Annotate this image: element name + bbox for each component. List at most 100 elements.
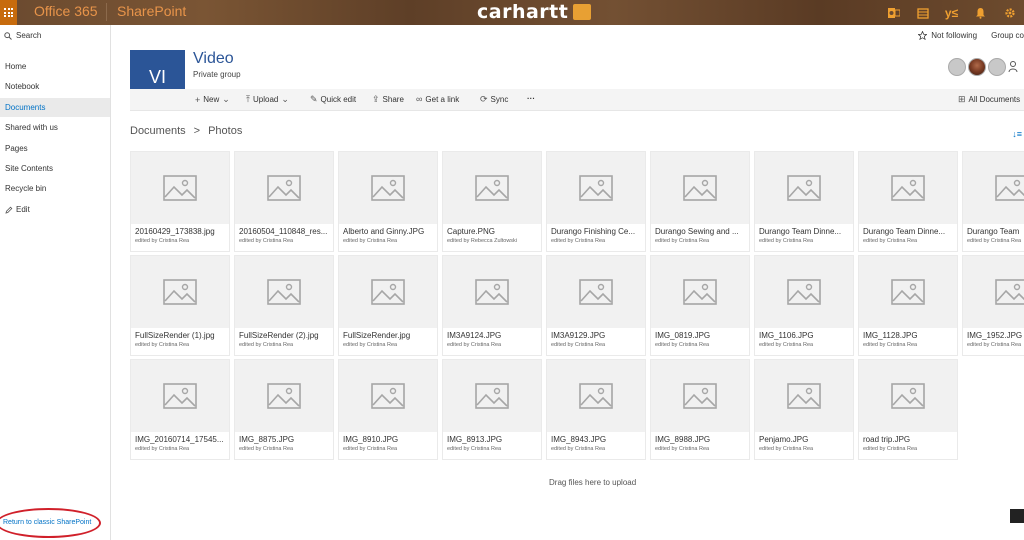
nav-item-site-contents[interactable]: Site Contents (0, 159, 110, 178)
avatar[interactable] (988, 58, 1006, 76)
file-editor: edited by Cristina Rea (863, 446, 918, 452)
image-icon (267, 175, 301, 201)
sort-icon[interactable]: ↓≡ (1012, 129, 1022, 139)
file-tile[interactable]: IMG_8913.JPG edited by Cristina Rea (442, 359, 542, 460)
file-tile[interactable]: road trip.JPG edited by Cristina Rea (858, 359, 958, 460)
nav-item-home[interactable]: Home (0, 57, 110, 76)
file-tile[interactable]: IMG_20160714_17545... edited by Cristina … (130, 359, 230, 460)
file-tile[interactable]: Durango Sewing and ... edited by Cristina… (650, 151, 750, 252)
file-editor: edited by Cristina Rea (863, 238, 918, 244)
file-tile[interactable]: IMG_1106.JPG edited by Cristina Rea (754, 255, 854, 356)
sync-icon: ⟳ (480, 94, 488, 104)
file-tile[interactable]: IMG_1952.JPG edited by Cristina Rea (962, 255, 1024, 356)
file-tile[interactable]: IMG_8988.JPG edited by Cristina Rea (650, 359, 750, 460)
file-name: IMG_8875.JPG (239, 435, 295, 444)
brand-logo: carhartt (477, 1, 569, 23)
nav-item-recycle-bin[interactable]: Recycle bin (0, 179, 110, 198)
sync-button[interactable]: ⟳ Sync (480, 94, 508, 105)
upload-button[interactable]: ⤒ Upload ⌄ (246, 94, 289, 105)
file-tile[interactable]: Capture.PNG edited by Rebecca Zultowski (442, 151, 542, 252)
image-icon (163, 279, 197, 305)
breadcrumb-documents[interactable]: Documents (130, 125, 186, 137)
file-name: IMG_8988.JPG (655, 435, 711, 444)
outlook-icon[interactable] (879, 0, 908, 25)
image-icon (891, 383, 925, 409)
file-name: Penjamo.JPG (759, 435, 809, 444)
share-button[interactable]: ⇪ Share (372, 94, 404, 105)
file-tile[interactable]: Penjamo.JPG edited by Cristina Rea (754, 359, 854, 460)
avatar[interactable] (948, 58, 966, 76)
person-icon[interactable] (1008, 58, 1018, 76)
command-bar: + New ⌄ ⤒ Upload ⌄ ✎ Quick edit ⇪ Share … (130, 89, 1024, 111)
nav-item-documents[interactable]: Documents (0, 98, 110, 117)
feedback-button[interactable] (1010, 509, 1024, 523)
site-title[interactable]: Video (193, 50, 234, 68)
nav-edit-link[interactable]: Edit (0, 200, 110, 219)
avatar[interactable] (968, 58, 986, 76)
file-tile[interactable]: FullSizeRender.jpg edited by Cristina Rea (338, 255, 438, 356)
view-selector[interactable]: ⊞ All Documents (958, 94, 1020, 105)
new-button[interactable]: + New ⌄ (195, 94, 230, 105)
image-icon (683, 279, 717, 305)
quick-edit-button[interactable]: ✎ Quick edit (310, 94, 356, 105)
file-tile[interactable]: Durango Team Dinne... edited by Cristina … (858, 151, 958, 252)
file-tile[interactable]: IMG_1128.JPG edited by Cristina Rea (858, 255, 958, 356)
upload-icon: ⤒ (246, 94, 250, 104)
file-tile[interactable]: IMG_8910.JPG edited by Cristina Rea (338, 359, 438, 460)
image-placeholder (859, 360, 957, 432)
nav-item-notebook[interactable]: Notebook (0, 77, 110, 96)
file-name: IMG_1128.JPG (863, 331, 918, 340)
gear-icon[interactable] (995, 0, 1024, 25)
image-icon (787, 383, 821, 409)
file-tile[interactable]: IMG_8875.JPG edited by Cristina Rea (234, 359, 334, 460)
image-placeholder (235, 256, 333, 328)
file-editor: edited by Cristina Rea (447, 446, 502, 452)
chevron-down-icon: ⌄ (281, 94, 289, 104)
app-launcher-button[interactable] (0, 0, 17, 25)
breadcrumb: Documents > Photos (130, 125, 242, 137)
calendar-icon[interactable] (908, 0, 937, 25)
file-name: IM3A9124.JPG (447, 331, 502, 340)
image-icon (683, 383, 717, 409)
file-tile[interactable]: Durango Team edited by Cristina Rea (962, 151, 1024, 252)
member-avatars[interactable] (948, 58, 1018, 76)
file-name: Capture.PNG (447, 227, 496, 236)
get-link-button[interactable]: ∞ Get a link (416, 94, 459, 104)
office365-link[interactable]: Office 365 (34, 3, 98, 19)
nav-item-shared-with-us[interactable]: Shared with us (0, 118, 110, 137)
group-conversations-link[interactable]: Group co (991, 31, 1024, 40)
file-tile[interactable]: IMG_0819.JPG edited by Cristina Rea (650, 255, 750, 356)
star-icon (918, 31, 928, 40)
grid-icon: ⊞ (958, 94, 966, 104)
yammer-icon[interactable]: y≤ (937, 0, 966, 25)
file-tile[interactable]: FullSizeRender (2).jpg edited by Cristina… (234, 255, 334, 356)
file-editor: edited by Cristina Rea (239, 238, 294, 244)
file-editor: edited by Cristina Rea (759, 342, 814, 348)
file-tile[interactable]: IM3A9124.JPG edited by Cristina Rea (442, 255, 542, 356)
image-icon (267, 383, 301, 409)
image-icon (579, 279, 613, 305)
file-tile[interactable]: 20160504_110848_res... edited by Cristina… (234, 151, 334, 252)
follow-button[interactable]: Not following (918, 31, 977, 40)
image-placeholder (547, 360, 645, 432)
file-name: road trip.JPG (863, 435, 911, 444)
sharepoint-link[interactable]: SharePoint (117, 3, 186, 19)
file-editor: edited by Cristina Rea (655, 238, 710, 244)
image-placeholder (443, 256, 541, 328)
file-tile[interactable]: IM3A9129.JPG edited by Cristina Rea (546, 255, 646, 356)
file-tile[interactable]: Alberto and Ginny.JPG edited by Cristina … (338, 151, 438, 252)
nav-item-pages[interactable]: Pages (0, 139, 110, 158)
file-name: FullSizeRender (2).jpg (239, 331, 319, 340)
brand-mark-icon (573, 4, 591, 20)
bell-icon[interactable] (966, 0, 995, 25)
file-tile[interactable]: Durango Finishing Ce... edited by Cristin… (546, 151, 646, 252)
chevron-down-icon: ⌄ (222, 94, 230, 104)
more-button[interactable]: ··· (527, 94, 535, 103)
file-tile[interactable]: 20160429_173838.jpg edited by Cristina Re… (130, 151, 230, 252)
file-tile[interactable]: FullSizeRender (1).jpg edited by Cristina… (130, 255, 230, 356)
file-tile[interactable]: Durango Team Dinne... edited by Cristina … (754, 151, 854, 252)
file-name: FullSizeRender.jpg (343, 331, 411, 340)
file-editor: edited by Cristina Rea (343, 238, 398, 244)
file-tile[interactable]: IMG_8943.JPG edited by Cristina Rea (546, 359, 646, 460)
search-box[interactable]: Search (4, 31, 41, 40)
